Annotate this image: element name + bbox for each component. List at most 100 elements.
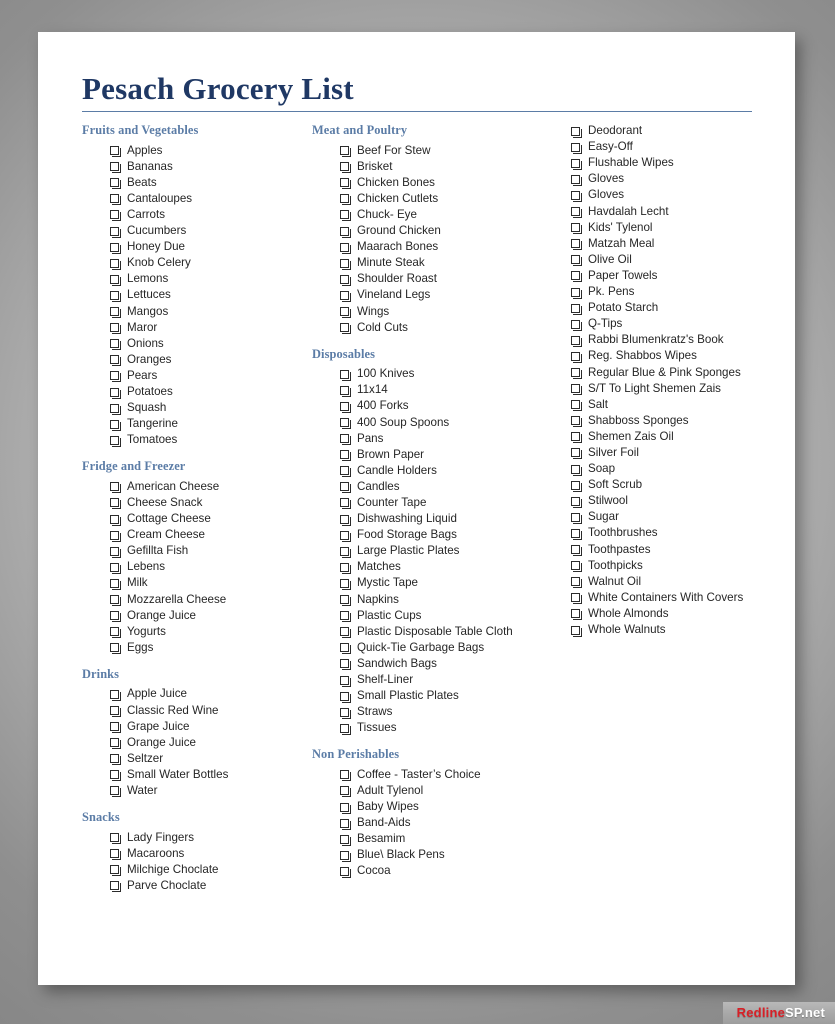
list-item[interactable]: 400 Soup Spoons — [340, 415, 543, 431]
list-item[interactable]: Milk — [110, 575, 312, 591]
list-item[interactable]: Classic Red Wine — [110, 703, 312, 719]
checkbox-icon[interactable] — [110, 611, 121, 623]
checkbox-icon[interactable] — [340, 226, 351, 238]
checkbox-icon[interactable] — [340, 770, 351, 782]
list-item[interactable]: Toothpastes — [571, 542, 781, 558]
list-item[interactable]: Adult Tylenol — [340, 783, 543, 799]
list-item[interactable]: Oranges — [110, 352, 312, 368]
list-item[interactable]: Lemons — [110, 271, 312, 287]
list-item[interactable]: Matzah Meal — [571, 236, 781, 252]
checkbox-icon[interactable] — [110, 403, 121, 415]
list-item[interactable]: Paper Towels — [571, 268, 781, 284]
checkbox-icon[interactable] — [571, 528, 582, 540]
checkbox-icon[interactable] — [340, 323, 351, 335]
list-item[interactable]: Toothbrushes — [571, 525, 781, 541]
list-item[interactable]: Band-Aids — [340, 815, 543, 831]
checkbox-icon[interactable] — [571, 512, 582, 524]
checkbox-icon[interactable] — [340, 242, 351, 254]
list-item[interactable]: Chicken Bones — [340, 175, 543, 191]
checkbox-icon[interactable] — [340, 578, 351, 590]
list-item[interactable]: Plastic Cups — [340, 608, 543, 624]
checkbox-icon[interactable] — [571, 496, 582, 508]
checkbox-icon[interactable] — [571, 174, 582, 186]
checkbox-icon[interactable] — [110, 323, 121, 335]
checkbox-icon[interactable] — [571, 239, 582, 251]
list-item[interactable]: Cottage Cheese — [110, 511, 312, 527]
list-item[interactable]: Tomatoes — [110, 432, 312, 448]
checkbox-icon[interactable] — [110, 307, 121, 319]
list-item[interactable]: Tangerine — [110, 416, 312, 432]
list-item[interactable]: Parve Choclate — [110, 878, 312, 894]
list-item[interactable]: Rabbi Blumenkratz's Book — [571, 332, 781, 348]
list-item[interactable]: Onions — [110, 336, 312, 352]
checkbox-icon[interactable] — [110, 419, 121, 431]
list-item[interactable]: Cream Cheese — [110, 527, 312, 543]
list-item[interactable]: Shelf-Liner — [340, 672, 543, 688]
list-item[interactable]: Chuck- Eye — [340, 207, 543, 223]
list-item[interactable]: Cold Cuts — [340, 320, 543, 336]
list-item[interactable]: Seltzer — [110, 751, 312, 767]
checkbox-icon[interactable] — [340, 850, 351, 862]
checkbox-icon[interactable] — [340, 146, 351, 158]
checkbox-icon[interactable] — [340, 818, 351, 830]
list-item[interactable]: Lettuces — [110, 287, 312, 303]
list-item[interactable]: Mystic Tape — [340, 575, 543, 591]
checkbox-icon[interactable] — [571, 625, 582, 637]
list-item[interactable]: Lady Fingers — [110, 830, 312, 846]
checkbox-icon[interactable] — [110, 546, 121, 558]
checkbox-icon[interactable] — [340, 498, 351, 510]
checkbox-icon[interactable] — [110, 530, 121, 542]
checkbox-icon[interactable] — [110, 578, 121, 590]
list-item[interactable]: Whole Almonds — [571, 606, 781, 622]
list-item[interactable]: Soap — [571, 461, 781, 477]
list-item[interactable]: Candles — [340, 479, 543, 495]
list-item[interactable]: Sandwich Bags — [340, 656, 543, 672]
list-item[interactable]: Reg. Shabbos Wipes — [571, 348, 781, 364]
checkbox-icon[interactable] — [571, 400, 582, 412]
checkbox-icon[interactable] — [340, 418, 351, 429]
checkbox-icon[interactable] — [571, 335, 582, 347]
list-item[interactable]: Squash — [110, 400, 312, 416]
list-item[interactable]: Apples — [110, 143, 312, 159]
list-item[interactable]: Plastic Disposable Table Cloth — [340, 624, 543, 640]
checkbox-icon[interactable] — [110, 162, 121, 174]
list-item[interactable]: Kids' Tylenol — [571, 220, 781, 236]
list-item[interactable]: 11x14 — [340, 382, 543, 398]
checkbox-icon[interactable] — [340, 675, 351, 687]
list-item[interactable]: Flushable Wipes — [571, 155, 781, 171]
list-item[interactable]: Straws — [340, 704, 543, 720]
checkbox-icon[interactable] — [110, 595, 121, 607]
list-item[interactable]: Ground Chicken — [340, 223, 543, 239]
checkbox-icon[interactable] — [340, 290, 351, 302]
list-item[interactable]: Gefillta Fish — [110, 543, 312, 559]
checkbox-icon[interactable] — [340, 482, 351, 494]
list-item[interactable]: Pans — [340, 431, 543, 447]
list-item[interactable]: Brisket — [340, 159, 543, 175]
list-item[interactable]: Counter Tape — [340, 495, 543, 511]
checkbox-icon[interactable] — [340, 786, 351, 798]
list-item[interactable]: Potato Starch — [571, 300, 781, 316]
list-item[interactable]: Stilwool — [571, 493, 781, 509]
checkbox-icon[interactable] — [340, 450, 351, 462]
checkbox-icon[interactable] — [110, 178, 121, 190]
checkbox-icon[interactable] — [110, 722, 121, 734]
list-item[interactable]: Bananas — [110, 159, 312, 175]
list-item[interactable]: Small Water Bottles — [110, 767, 312, 783]
list-item[interactable]: Coffee - Taster’s Choice — [340, 767, 543, 783]
checkbox-icon[interactable] — [571, 480, 582, 492]
list-item[interactable]: Maarach Bones — [340, 239, 543, 255]
checkbox-icon[interactable] — [571, 142, 582, 154]
list-item[interactable]: Candle Holders — [340, 463, 543, 479]
checkbox-icon[interactable] — [110, 194, 121, 206]
checkbox-icon[interactable] — [340, 434, 351, 446]
list-item[interactable]: Tissues — [340, 720, 543, 736]
checkbox-icon[interactable] — [571, 126, 582, 138]
list-item[interactable]: Wings — [340, 304, 543, 320]
checkbox-icon[interactable] — [571, 384, 582, 396]
list-item[interactable]: Shabboss Sponges — [571, 413, 781, 429]
list-item[interactable]: Eggs — [110, 640, 312, 656]
list-item[interactable]: Gloves — [571, 187, 781, 203]
checkbox-icon[interactable] — [340, 834, 351, 846]
checkbox-icon[interactable] — [571, 416, 582, 428]
list-item[interactable]: White Containers With Covers — [571, 590, 781, 606]
